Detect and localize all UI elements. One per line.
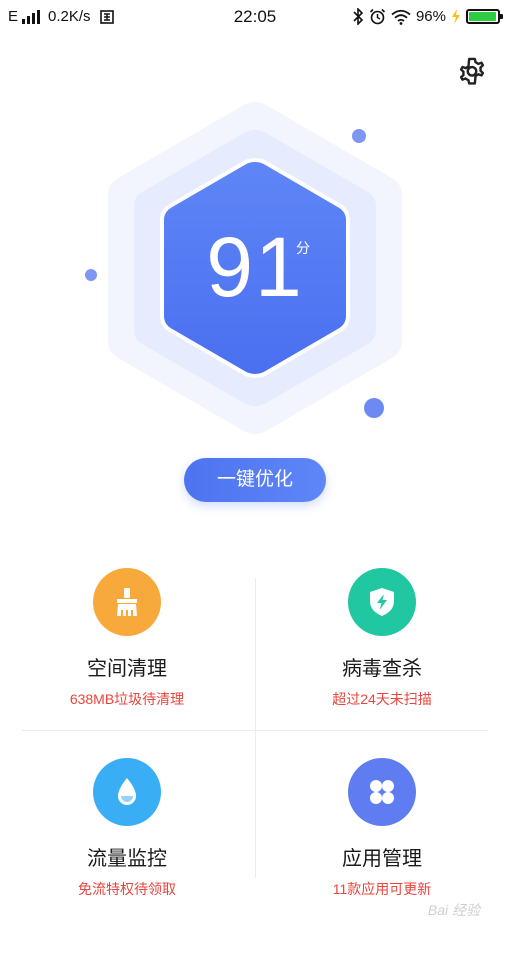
- apps-grid-icon: [348, 758, 416, 826]
- app-management-tile[interactable]: 应用管理 11款应用可更新: [277, 758, 487, 908]
- tile-title: 空间清理: [87, 658, 167, 680]
- broom-icon: [93, 568, 161, 636]
- tile-title: 病毒查杀: [342, 658, 422, 680]
- tile-title: 流量监控: [87, 848, 167, 870]
- traffic-monitor-tile[interactable]: 流量监控 免流特权待领取: [22, 758, 232, 908]
- decor-dot: [352, 129, 366, 143]
- score-hexagon: 91 分: [0, 0, 510, 460]
- decor-dot: [364, 398, 384, 418]
- virus-scan-tile[interactable]: 病毒查杀 超过24天未扫描: [277, 568, 487, 718]
- droplet-icon: [93, 758, 161, 826]
- score-unit: 分: [296, 240, 310, 256]
- tile-title: 应用管理: [342, 848, 422, 870]
- divider: [255, 578, 256, 878]
- score-value: 91: [206, 220, 304, 314]
- tile-subtitle: 638MB垃圾待清理: [69, 691, 185, 707]
- tile-subtitle: 11款应用可更新: [332, 881, 432, 897]
- space-cleanup-tile[interactable]: 空间清理 638MB垃圾待清理: [22, 568, 232, 718]
- divider: [22, 730, 488, 731]
- watermark: Bai 经验: [427, 902, 480, 918]
- tile-subtitle: 超过24天未扫描: [332, 691, 432, 707]
- shield-icon: [348, 568, 416, 636]
- tile-subtitle: 免流特权待领取: [78, 881, 176, 897]
- one-click-optimize-button[interactable]: 一键优化: [184, 458, 326, 502]
